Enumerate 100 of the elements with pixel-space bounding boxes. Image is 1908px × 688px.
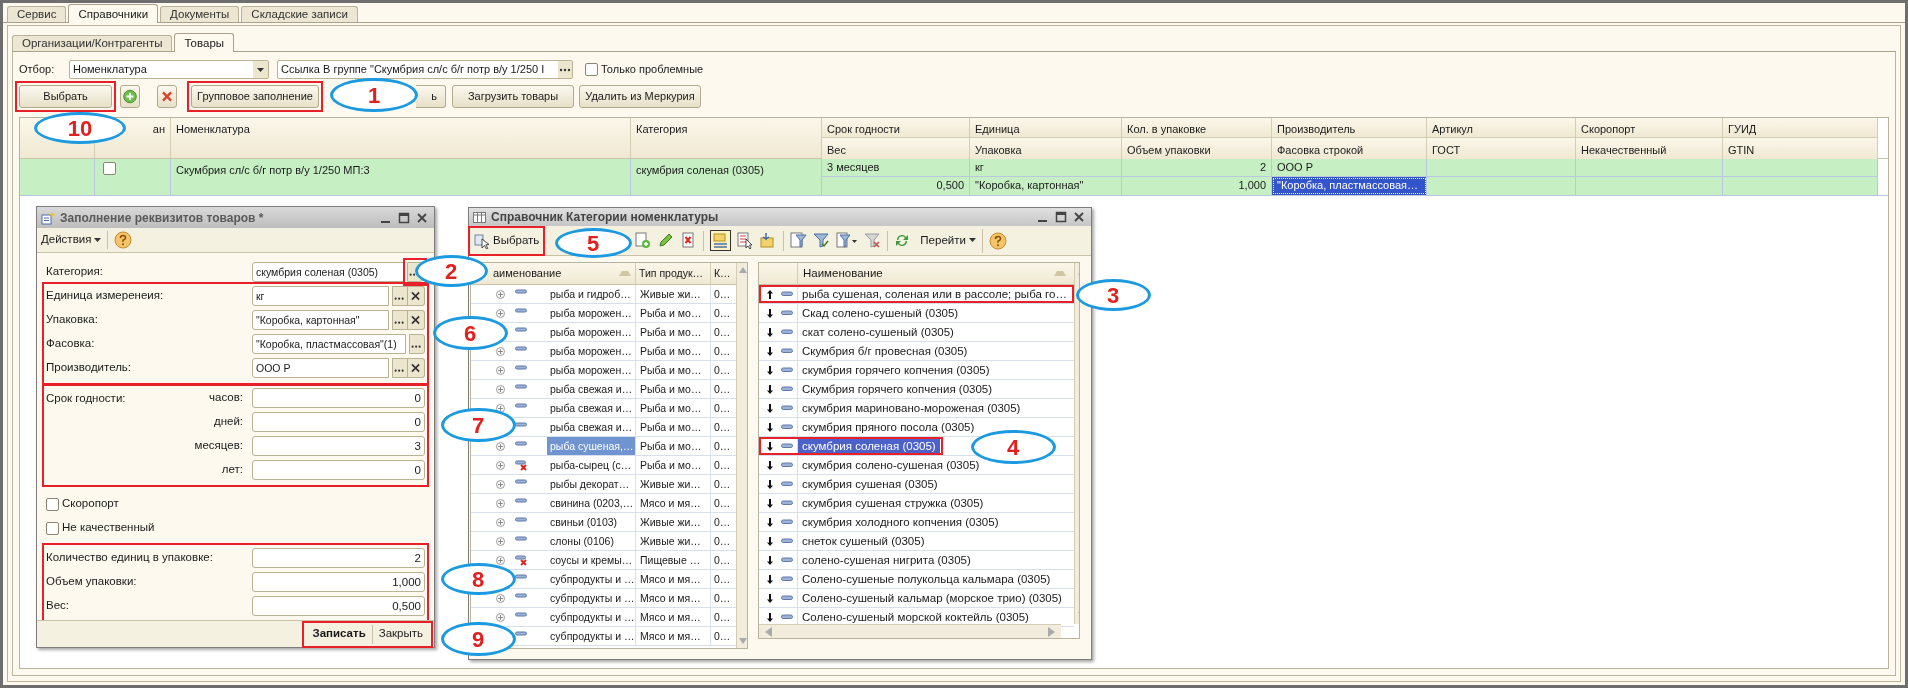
maximize-icon[interactable]: [398, 211, 410, 224]
clear-button[interactable]: [408, 286, 425, 306]
toolbar-button[interactable]: ь: [416, 84, 446, 108]
dialog-button[interactable]: Закрыть: [372, 624, 429, 644]
list-item[interactable]: скумбрия холодного копчения (0305): [798, 514, 1003, 530]
input-field[interactable]: скумбрия соленая (0305): [252, 262, 404, 282]
list-item[interactable]: скумбрия соленая (0305): [798, 438, 940, 454]
tab[interactable]: Справочники: [68, 4, 159, 23]
list-item[interactable]: слоны (0106): [547, 532, 636, 550]
number-field[interactable]: 0: [252, 460, 425, 480]
list-item[interactable]: скумбрия сушеная (0305): [798, 476, 942, 492]
folder-tree-icon[interactable]: [710, 230, 732, 251]
list-item[interactable]: рыба морожен…: [547, 342, 636, 360]
delete-button[interactable]: [157, 84, 177, 108]
expand-icon[interactable]: [496, 308, 505, 318]
expand-icon[interactable]: [496, 517, 505, 527]
expand-icon[interactable]: [496, 479, 505, 489]
column-header[interactable]: Тип продук…: [636, 263, 711, 284]
add-document-icon[interactable]: [634, 232, 652, 249]
list-item[interactable]: субпродукты и …: [547, 608, 636, 626]
filter-icon[interactable]: [790, 232, 808, 249]
list-item[interactable]: рыба-сырец (с…: [547, 456, 636, 474]
toolbar-button[interactable]: Групповое заполнение: [191, 84, 319, 108]
toolbar-button[interactable]: Удалить из Меркурия: [579, 84, 701, 108]
list-item[interactable]: рыба морожен…: [547, 323, 636, 341]
expand-icon[interactable]: [496, 536, 505, 546]
column-header[interactable]: Артикул: [1427, 118, 1576, 138]
expand-icon[interactable]: [496, 460, 505, 470]
expand-icon[interactable]: [496, 289, 505, 299]
toolbar-button[interactable]: Выбрать: [19, 84, 112, 108]
filter-icon[interactable]: [813, 232, 831, 249]
tab[interactable]: Организации/Контрагенты: [12, 35, 173, 51]
list-item[interactable]: рыба морожен…: [547, 361, 636, 379]
column-header[interactable]: GTIN: [1723, 138, 1878, 159]
expand-icon[interactable]: [496, 612, 505, 622]
column-header[interactable]: аименование: [491, 263, 636, 284]
input-field[interactable]: кг: [252, 286, 389, 306]
column-header[interactable]: Кол. в упаковке: [1122, 118, 1272, 138]
expand-icon[interactable]: [496, 346, 505, 356]
list-item[interactable]: рыба свежая и…: [547, 380, 636, 398]
ellipsis-button[interactable]: [392, 358, 408, 378]
ellipsis-button[interactable]: [409, 334, 425, 354]
list-item[interactable]: рыба морожен…: [547, 304, 636, 322]
number-field[interactable]: 0: [252, 388, 425, 408]
list-item[interactable]: рыба свежая и…: [547, 418, 636, 436]
expand-icon[interactable]: [496, 441, 505, 451]
list-item[interactable]: рыба и гидроб…: [547, 285, 636, 303]
list-item[interactable]: снеток сушеный (0305): [798, 533, 929, 549]
filter-dropdown[interactable]: Номенклатура: [69, 59, 269, 79]
list-item[interactable]: соусы и кремы…: [547, 551, 636, 569]
list-item[interactable]: Солено-сушеные полукольца кальмара (0305): [798, 571, 1055, 587]
list-item[interactable]: скумбрия горячего копчения (0305): [798, 362, 994, 378]
checkbox[interactable]: [103, 162, 116, 175]
column-header[interactable]: Фасовка строкой: [1272, 138, 1427, 159]
list-item[interactable]: субпродукты и …: [547, 627, 636, 645]
list-item[interactable]: рыбы декорат…: [547, 475, 636, 493]
list-item[interactable]: свинина (0203,…: [547, 494, 636, 512]
close-icon[interactable]: [416, 211, 428, 224]
column-header[interactable]: ГУИД: [1723, 118, 1878, 138]
checkbox[interactable]: [46, 497, 59, 511]
column-header[interactable]: Срок годности: [822, 118, 970, 138]
close-icon[interactable]: [1073, 211, 1085, 223]
list-item[interactable]: рыба сушеная, соленая или в рассоле; рыба го…: [798, 286, 1071, 302]
add-button[interactable]: [120, 84, 140, 108]
actions-menu[interactable]: Действия: [41, 231, 109, 249]
column-header[interactable]: К…: [711, 263, 736, 284]
number-field[interactable]: 2: [252, 548, 425, 568]
column-header[interactable]: Некачественный: [1576, 138, 1723, 159]
expand-icon[interactable]: [496, 384, 505, 394]
toolbar-button[interactable]: Загрузить товары: [452, 84, 574, 108]
number-field[interactable]: 0: [252, 412, 425, 432]
tab[interactable]: Документы: [160, 6, 240, 22]
pencil-icon[interactable]: [657, 232, 675, 249]
arrow-up-icon[interactable]: [767, 289, 773, 299]
goto-menu-button[interactable]: Перейти: [917, 228, 983, 253]
number-field[interactable]: 3: [252, 436, 425, 456]
expand-icon[interactable]: [496, 498, 505, 508]
column-header[interactable]: Упаковка: [970, 138, 1122, 159]
list-item[interactable]: скат солено-сушеный (0305): [798, 324, 958, 340]
tab[interactable]: Складские записи: [241, 6, 358, 22]
clear-button[interactable]: [408, 358, 425, 378]
tab[interactable]: Товары: [174, 33, 235, 52]
expand-icon[interactable]: [496, 593, 505, 603]
ellipsis-button[interactable]: [392, 310, 408, 330]
number-field[interactable]: 1,000: [252, 572, 425, 592]
list-item[interactable]: скумбрия сушеная стружка (0305): [798, 495, 988, 511]
list-cursor-icon[interactable]: [737, 232, 755, 249]
tab[interactable]: Сервис: [7, 6, 67, 22]
list-item[interactable]: рыба свежая и…: [547, 399, 636, 417]
clear-filter-icon[interactable]: [864, 232, 882, 249]
list-item[interactable]: Скумбрия горячего копчения (0305): [798, 381, 997, 397]
filter-dropdown-icon[interactable]: [836, 232, 859, 249]
expand-icon[interactable]: [496, 555, 505, 565]
list-item[interactable]: субпродукты и …: [547, 570, 636, 588]
number-field[interactable]: 0,500: [252, 596, 425, 616]
column-header[interactable]: Номенклатура: [171, 118, 631, 158]
list-item[interactable]: скумбрия маринoвано-мороженая (0305): [798, 400, 1025, 416]
input-field[interactable]: ООО Р: [252, 358, 389, 378]
ellipsis-button[interactable]: [392, 286, 408, 306]
maximize-icon[interactable]: [1055, 211, 1067, 223]
